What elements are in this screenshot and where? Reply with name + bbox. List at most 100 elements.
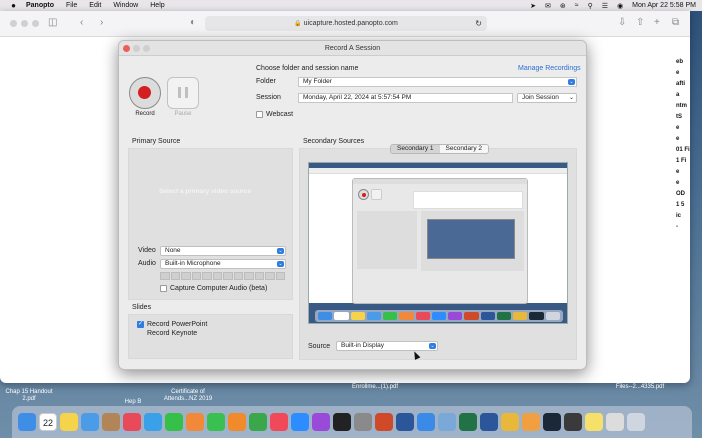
new-tab-icon[interactable]: + [654, 17, 660, 29]
pages-icon[interactable] [522, 413, 540, 431]
preview-dock-icon [513, 312, 528, 320]
desktop-file-enrollment[interactable]: Enrollme...(1).pdf [345, 384, 405, 391]
side-text-line: ntm [676, 103, 687, 109]
menu-window[interactable]: Window [113, 2, 138, 9]
preview-record-icon [358, 189, 369, 200]
tv-icon[interactable] [333, 413, 351, 431]
trash-icon[interactable] [627, 413, 645, 431]
audio-source-select[interactable]: Built-in Microphone ⌄ [160, 259, 286, 269]
pause-button[interactable] [167, 77, 199, 109]
menu-edit[interactable]: Edit [89, 2, 101, 9]
preview-dock-icon [318, 312, 333, 320]
preview-dock [315, 310, 563, 322]
tab-secondary-1[interactable]: Secondary 1 [391, 145, 440, 153]
video-source-select[interactable]: None ⌄ [160, 246, 286, 256]
apple-menu-icon[interactable]: ● [9, 1, 18, 10]
reload-icon[interactable]: ↻ [475, 16, 482, 31]
folder-select[interactable]: My Folder ⌄ [298, 77, 577, 87]
preview-fields [413, 191, 523, 209]
privacy-report-icon[interactable]: ◐ [190, 17, 196, 29]
desktop-file-hepb[interactable]: Hep B [118, 399, 148, 406]
dialog-minimize-button[interactable] [133, 45, 140, 52]
wifi-icon[interactable]: ≈ [575, 2, 579, 9]
pause-icon [185, 87, 188, 98]
forward-icon[interactable]: › [100, 17, 103, 29]
chrome-icon[interactable] [501, 413, 519, 431]
lock-icon: 🔒 [294, 21, 302, 27]
excel-icon[interactable] [459, 413, 477, 431]
record-powerpoint-checkbox[interactable]: ✓ [137, 321, 144, 328]
system-settings-icon[interactable] [354, 413, 372, 431]
browser-zoom-button[interactable] [32, 20, 39, 27]
photos-icon[interactable] [186, 413, 204, 431]
sidebar-toggle-icon[interactable]: ◫ [48, 17, 57, 29]
activity-icon[interactable] [564, 413, 582, 431]
menu-file[interactable]: File [66, 2, 77, 9]
location-icon[interactable]: ➤ [530, 2, 536, 10]
app-store-icon[interactable] [417, 413, 435, 431]
preview-dock-icon [431, 312, 447, 320]
notes-icon[interactable] [60, 413, 78, 431]
address-bar[interactable]: 🔒 uicapture.hosted.panopto.com ↻ [205, 16, 487, 31]
music-icon[interactable] [270, 413, 288, 431]
numbers-icon[interactable] [249, 413, 267, 431]
mail-icon[interactable] [81, 413, 99, 431]
safari-icon[interactable] [144, 413, 162, 431]
notes2-icon[interactable] [585, 413, 603, 431]
record-keynote-checkbox[interactable] [137, 330, 144, 337]
browser-close-button[interactable] [10, 20, 17, 27]
session-name-input[interactable]: Monday, April 22, 2024 at 5:57:54 PM [298, 93, 513, 103]
downloads-icon[interactable]: ⇩ [618, 17, 626, 29]
search-icon[interactable]: ⚲ [588, 2, 593, 10]
secondary-source-value: Built-in Display [341, 342, 384, 349]
share-icon[interactable]: ⇧ [636, 17, 644, 29]
steam-icon[interactable] [543, 413, 561, 431]
control-center-icon[interactable]: ☰ [602, 2, 608, 10]
word-icon[interactable] [396, 413, 414, 431]
menu-clock[interactable]: Mon Apr 22 5:58 PM [632, 2, 696, 9]
side-text-line: afti [676, 81, 685, 87]
video-source-value: None [165, 247, 181, 254]
level-segment [233, 272, 243, 280]
siri-icon[interactable]: ◉ [617, 2, 623, 10]
back-icon[interactable]: ‹ [80, 17, 83, 29]
finder2-icon[interactable] [606, 413, 624, 431]
dialog-title: Record A Session [119, 41, 586, 56]
menu-app-name[interactable]: Panopto [26, 2, 54, 9]
secondary-source-select[interactable]: Built-in Display ⌄ [336, 341, 438, 351]
desktop-file-chap15[interactable]: Chap 15 Handout 2.pdf [0, 389, 58, 403]
zoom-icon[interactable] [291, 413, 309, 431]
calendar-icon[interactable]: 22 [39, 413, 57, 431]
desktop-file-label: Hep B [124, 399, 142, 405]
finder-icon[interactable] [18, 413, 36, 431]
books-icon[interactable] [228, 413, 246, 431]
facetime-icon[interactable] [207, 413, 225, 431]
podcasts-icon[interactable] [312, 413, 330, 431]
word2-icon[interactable] [480, 413, 498, 431]
powerpoint-icon[interactable] [375, 413, 393, 431]
record-button[interactable] [129, 77, 161, 109]
desktop-file-certificate[interactable]: Certificate of Attends...NZ 2019 [158, 389, 218, 403]
dialog-close-button[interactable] [123, 45, 130, 52]
messages-icon[interactable] [165, 413, 183, 431]
tab-secondary-2[interactable]: Secondary 2 [439, 145, 488, 153]
dialog-zoom-button[interactable] [143, 45, 150, 52]
tab-overview-icon[interactable]: ⧉ [672, 17, 679, 29]
preview-toolbar [309, 168, 567, 174]
preview-icon[interactable] [438, 413, 456, 431]
desktop-file-files[interactable]: Files--2...4335.pdf [610, 384, 670, 391]
join-session-dropdown[interactable]: Join Session ⌄ [517, 93, 577, 103]
side-text-line: e [676, 125, 680, 131]
webcast-checkbox[interactable] [256, 111, 263, 118]
menu-help[interactable]: Help [150, 2, 164, 9]
messages-tray-icon[interactable]: ✉ [545, 2, 551, 10]
manage-recordings-link[interactable]: Manage Recordings [518, 65, 581, 72]
capture-audio-checkbox[interactable] [160, 285, 167, 292]
secondary-source-preview [308, 162, 568, 324]
contacts-icon[interactable] [102, 413, 120, 431]
chevron-down-icon: ⌄ [568, 79, 575, 85]
news-icon[interactable] [123, 413, 141, 431]
browser-toolbar: ◫ ‹ › ◐ 🔒 uicapture.hosted.panopto.com ↻… [0, 11, 690, 37]
bluetooth-icon[interactable]: ⊛ [560, 2, 566, 10]
browser-minimize-button[interactable] [21, 20, 28, 27]
